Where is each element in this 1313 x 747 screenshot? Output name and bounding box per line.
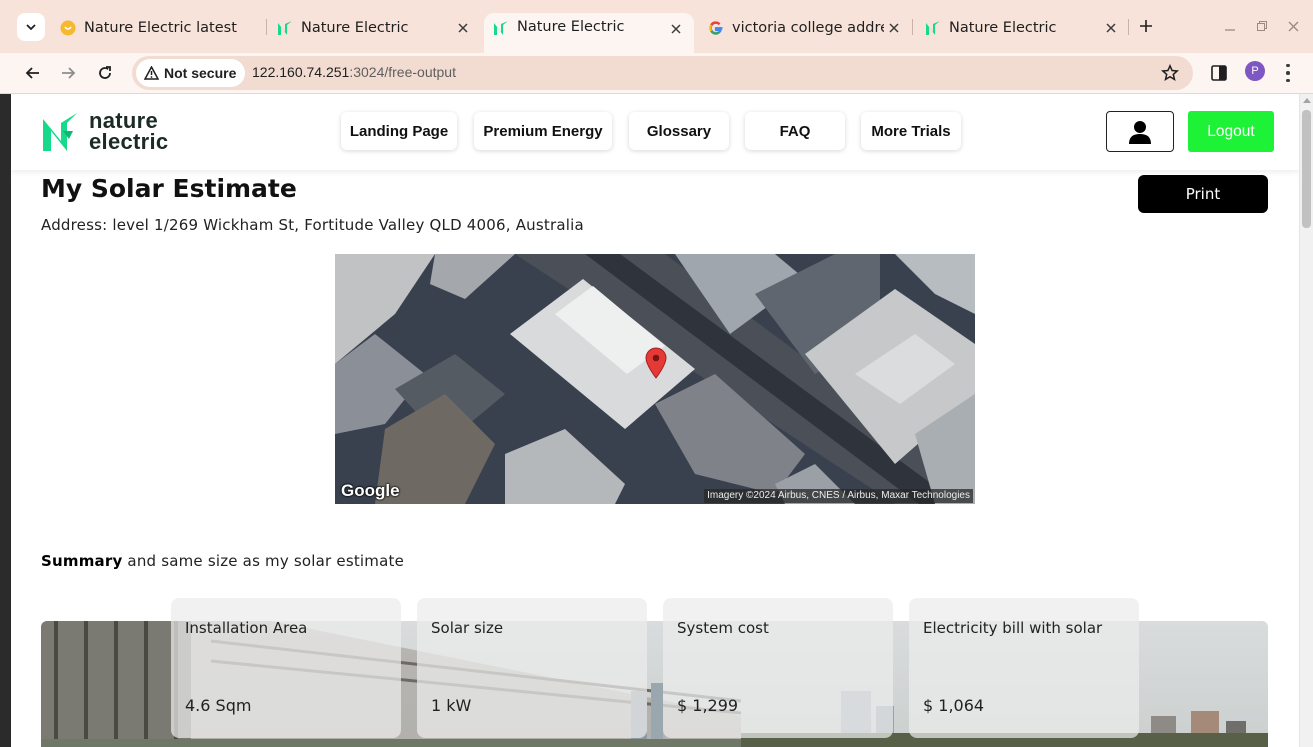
summary-bold: Summary (41, 552, 123, 570)
side-panel-icon[interactable] (1210, 64, 1228, 82)
nav-landing-page[interactable]: Landing Page (341, 112, 457, 150)
summary-card-installation-area: Installation Area 4.6 Sqm (171, 598, 401, 738)
nav-more-trials[interactable]: More Trials (861, 112, 961, 150)
card-label: Electricity bill with solar (923, 619, 1103, 637)
tab-3-active[interactable]: Nature Electric (484, 13, 694, 53)
tab-title: Nature Electric (949, 19, 1057, 36)
nature-electric-logo[interactable]: nature electric (41, 110, 201, 154)
more-menu-icon[interactable] (1283, 62, 1293, 84)
back-button[interactable] (20, 60, 46, 86)
tab-2[interactable]: Nature Electric (277, 13, 473, 42)
minimize-icon (1225, 29, 1235, 31)
card-value: $ 1,299 (677, 696, 739, 715)
page-title: My Solar Estimate (41, 174, 297, 203)
browser-toolbar: Not secure 122.160.74.251:3024/free-outp… (0, 53, 1313, 94)
nav-faq[interactable]: FAQ (745, 112, 845, 150)
address-text: Address: level 1/269 Wickham St, Fortitu… (41, 216, 584, 234)
summary-heading: Summary and same size as my solar estima… (41, 552, 404, 570)
minimize-button[interactable] (1221, 17, 1239, 35)
card-value: $ 1,064 (923, 696, 985, 715)
yellow-circle-icon (60, 20, 76, 36)
close-icon[interactable] (884, 18, 904, 38)
restore-icon (1257, 21, 1267, 31)
warning-triangle-icon (144, 66, 159, 80)
tab-title: Nature Electric latest (84, 19, 237, 36)
security-label: Not secure (164, 65, 237, 81)
summary-card-system-cost: System cost $ 1,299 (663, 598, 893, 738)
web-page: nature electric Landing Page Premium Ene… (11, 94, 1299, 747)
arrow-right-icon (62, 67, 76, 79)
nav-glossary[interactable]: Glossary (629, 112, 729, 150)
user-account-button[interactable] (1106, 111, 1174, 152)
nav-premium-energy[interactable]: Premium Energy (474, 112, 612, 150)
url-text[interactable]: 122.160.74.251:3024/free-output (252, 64, 456, 80)
tab-divider (912, 19, 913, 35)
browser-tab-strip: Nature Electric latest Nature Electric N… (0, 0, 1313, 53)
tab-divider (1128, 19, 1129, 35)
profile-avatar[interactable]: P (1245, 61, 1265, 81)
map-pin-icon (645, 347, 667, 379)
nature-electric-icon (277, 20, 293, 36)
google-map-logo: Google (341, 481, 400, 500)
tab-title: victoria college addre (732, 19, 884, 36)
google-g-icon (708, 20, 724, 36)
card-label: Solar size (431, 619, 504, 637)
site-header: nature electric Landing Page Premium Ene… (11, 94, 1299, 170)
url-path: :3024/free-output (349, 64, 456, 80)
chevron-down-icon (26, 24, 36, 31)
window-close-button[interactable] (1284, 17, 1302, 35)
logout-button[interactable]: Logout (1188, 111, 1274, 152)
logo-mark-icon (43, 113, 77, 151)
print-button[interactable]: Print (1138, 175, 1268, 213)
security-chip[interactable]: Not secure (136, 59, 246, 87)
url-host: 122.160.74.251 (252, 64, 350, 80)
forward-button[interactable] (55, 60, 81, 86)
logo-word-electric: electric (89, 129, 169, 154)
reload-button[interactable] (92, 60, 118, 86)
bookmark-star-icon[interactable] (1160, 63, 1180, 82)
user-icon (1129, 120, 1151, 144)
nature-electric-icon (925, 20, 941, 36)
maximize-button[interactable] (1253, 17, 1271, 35)
close-icon[interactable] (453, 18, 473, 38)
tab-title: Nature Electric (517, 19, 625, 35)
card-value: 1 kW (431, 696, 472, 715)
page-scrollbar[interactable] (1299, 94, 1313, 747)
summary-card-electricity-bill: Electricity bill with solar $ 1,064 (909, 598, 1139, 738)
arrow-left-icon (25, 67, 39, 79)
tab-5[interactable]: Nature Electric (925, 13, 1121, 42)
window-edge (0, 94, 11, 747)
satellite-imagery (335, 254, 975, 504)
reload-icon (99, 66, 111, 79)
tab-title: Nature Electric (301, 19, 409, 36)
satellite-map[interactable]: Google Imagery ©2024 Airbus, CNES / Airb… (335, 254, 975, 504)
card-value: 4.6 Sqm (185, 696, 252, 715)
close-icon[interactable] (1101, 18, 1121, 38)
scroll-up-arrow-icon[interactable] (1303, 98, 1311, 103)
summary-card-solar-size: Solar size 1 kW (417, 598, 647, 738)
address-bar[interactable]: Not secure 122.160.74.251:3024/free-outp… (132, 56, 1193, 90)
tab-divider (266, 19, 267, 35)
plus-icon (1140, 20, 1152, 32)
new-tab-button[interactable] (1136, 16, 1156, 36)
tab-4[interactable]: victoria college addre (708, 13, 904, 42)
scrollbar-thumb[interactable] (1302, 110, 1311, 228)
close-icon[interactable] (666, 19, 686, 39)
close-icon (1288, 21, 1298, 31)
summary-text: and same size as my solar estimate (122, 552, 405, 570)
tab-search-dropdown[interactable] (17, 13, 45, 41)
map-attribution[interactable]: Imagery ©2024 Airbus, CNES / Airbus, Max… (704, 489, 973, 503)
nature-electric-icon (493, 20, 509, 36)
card-label: Installation Area (185, 619, 308, 637)
tab-1[interactable]: Nature Electric latest (60, 13, 265, 42)
card-label: System cost (677, 619, 769, 637)
